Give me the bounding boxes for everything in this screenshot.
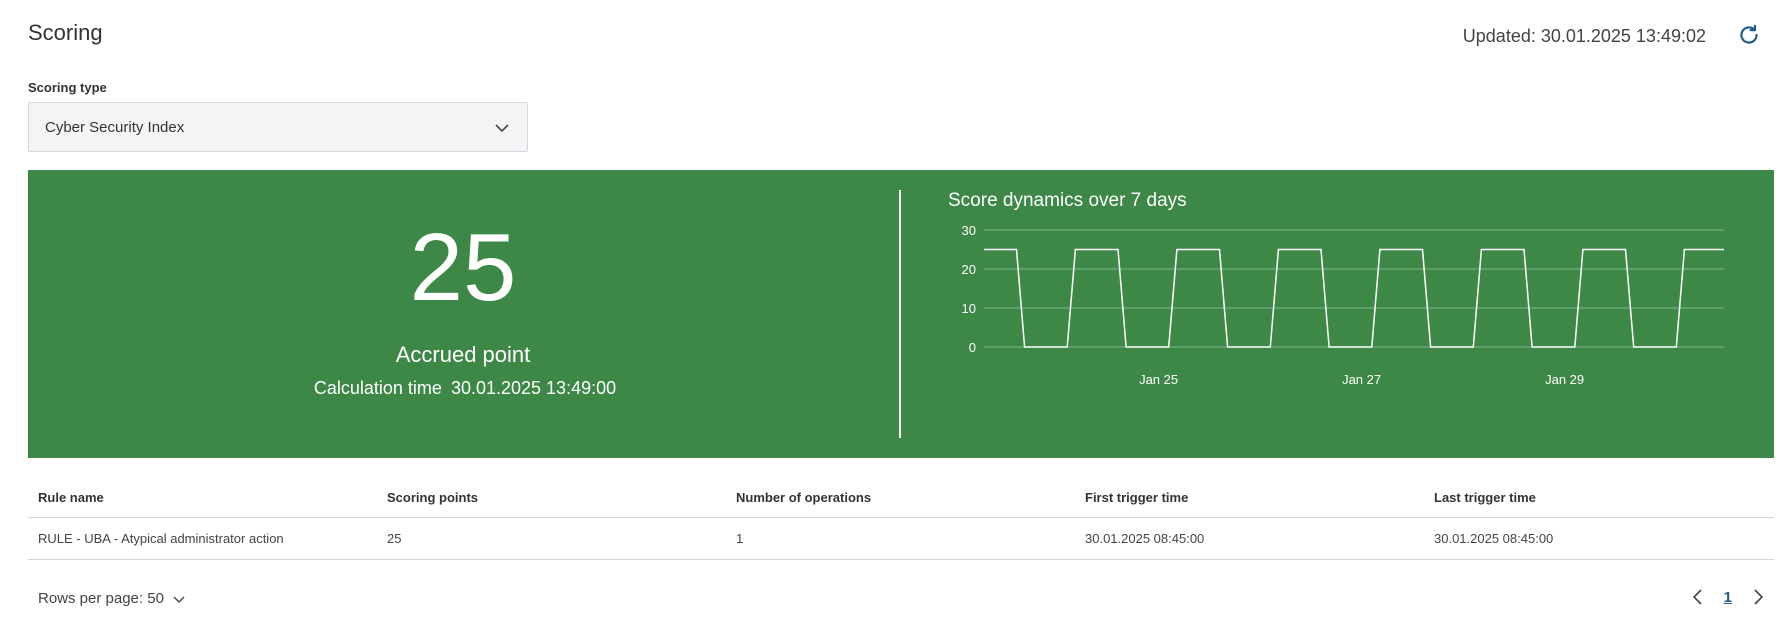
score-dynamics-chart: 0 10 20 30 Jan 25 Jan 27 Jan 29 <box>962 223 1724 387</box>
column-header: Scoring points <box>387 490 478 505</box>
series-line <box>984 248 1724 348</box>
pagination: 1 <box>1690 588 1766 606</box>
column-header: Rule name <box>38 490 104 505</box>
column-header: Number of operations <box>736 490 872 505</box>
column-header: First trigger time <box>1085 490 1189 505</box>
x-tick-label: Jan 29 <box>1545 372 1584 387</box>
x-tick-label: Jan 27 <box>1342 372 1381 387</box>
y-tick-label: 0 <box>969 340 976 355</box>
score-banner: 25 Accrued point Calculation time 30.01.… <box>28 170 1774 458</box>
y-tick-label: 20 <box>962 262 976 277</box>
score-value: 25 <box>409 214 517 321</box>
rows-per-page-label: Rows per page: 50 <box>38 590 164 607</box>
chevron-down-icon <box>173 596 185 603</box>
calculation-time-label: Calculation time <box>313 378 442 398</box>
page-number[interactable]: 1 <box>1724 589 1732 606</box>
banner-divider <box>899 190 901 438</box>
scoring-type-label: Scoring type <box>28 80 107 95</box>
table-row[interactable]: RULE - UBA - Atypical administrator acti… <box>28 518 1774 560</box>
y-tick-label: 10 <box>962 301 976 316</box>
table-cell: RULE - UBA - Atypical administrator acti… <box>38 531 284 546</box>
scoring-type-value: Cyber Security Index <box>45 118 185 136</box>
x-tick-label: Jan 25 <box>1139 372 1178 387</box>
score-label: Accrued point <box>395 342 531 367</box>
chart-title: Score dynamics over 7 days <box>948 190 1187 211</box>
calculation-time-value: 30.01.2025 13:49:00 <box>450 378 617 398</box>
column-header: Last trigger time <box>1434 490 1536 505</box>
table-cell: 30.01.2025 08:45:00 <box>1434 531 1554 546</box>
updated-timestamp: Updated: 30.01.2025 13:49:02 <box>1462 26 1706 46</box>
chevron-down-icon <box>495 124 509 133</box>
chevron-right-icon[interactable] <box>1750 588 1766 606</box>
rules-table: Rule name Scoring points Number of operati… <box>28 478 1774 560</box>
y-tick-label: 30 <box>962 223 976 238</box>
refresh-icon[interactable] <box>1736 22 1762 48</box>
table-header: Rule name Scoring points Number of operati… <box>28 478 1774 518</box>
chevron-left-icon[interactable] <box>1690 588 1706 606</box>
calculation-time: Calculation time 30.01.2025 13:49:00 <box>28 378 898 399</box>
table-body: RULE - UBA - Atypical administrator acti… <box>28 518 1774 560</box>
table-cell: 1 <box>736 531 744 546</box>
page-title: Scoring <box>28 20 103 45</box>
table-cell: 25 <box>387 531 402 546</box>
scoring-type-select[interactable]: Cyber Security Index <box>28 102 528 152</box>
rows-per-page-select[interactable]: Rows per page: 50 <box>38 590 186 607</box>
table-cell: 30.01.2025 08:45:00 <box>1085 531 1205 546</box>
